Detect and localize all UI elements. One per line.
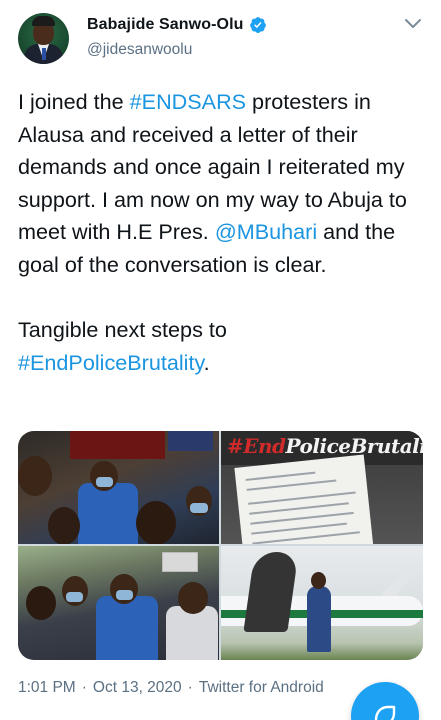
avatar[interactable]	[18, 13, 69, 64]
meta-separator: ·	[187, 679, 193, 696]
tweet-meta: 1:01 PM · Oct 13, 2020 · Twitter for And…	[18, 679, 324, 697]
verified-badge-icon	[249, 17, 266, 33]
compose-icon	[374, 705, 396, 720]
author-handle[interactable]: @jidesanwoolu	[87, 41, 192, 59]
photo-governor-with-protesters[interactable]	[18, 546, 219, 660]
author-display-name[interactable]: Babajide Sanwo-Olu	[87, 16, 244, 34]
hashtag-endsars-link[interactable]: #ENDSARS	[130, 89, 246, 114]
tweet-time[interactable]: 1:01 PM	[18, 679, 76, 697]
compose-button[interactable]	[351, 682, 419, 720]
author-name-row[interactable]: Babajide Sanwo-Olu	[87, 16, 267, 34]
photo-overlay-text: #EndPoliceBrutality	[227, 434, 423, 458]
photo-protest-crowd[interactable]	[18, 431, 219, 544]
mention-mbuhari-link[interactable]: @MBuhari	[215, 219, 317, 244]
hashtag-endpolicebrutality-link[interactable]: #EndPoliceBrutality	[18, 350, 204, 375]
chevron-down-icon[interactable]	[404, 17, 422, 31]
meta-separator: ·	[81, 679, 87, 696]
tweet-date[interactable]: Oct 13, 2020	[93, 679, 182, 697]
tweet-header: Babajide Sanwo-Olu @jidesanwoolu	[0, 0, 441, 78]
letter-document	[234, 454, 374, 544]
tweet-text-part: I joined the	[18, 89, 130, 114]
photo-demands-letter[interactable]: #EndPoliceBrutality	[221, 431, 423, 544]
media-grid: #EndPoliceBrutality	[18, 431, 423, 660]
photo-governor-boarding-plane[interactable]	[221, 546, 423, 660]
tweet-text-part: .	[203, 349, 210, 375]
tweet-source[interactable]: Twitter for Android	[199, 679, 324, 697]
tweet-body: I joined the #ENDSARS protesters in Alau…	[18, 86, 433, 379]
